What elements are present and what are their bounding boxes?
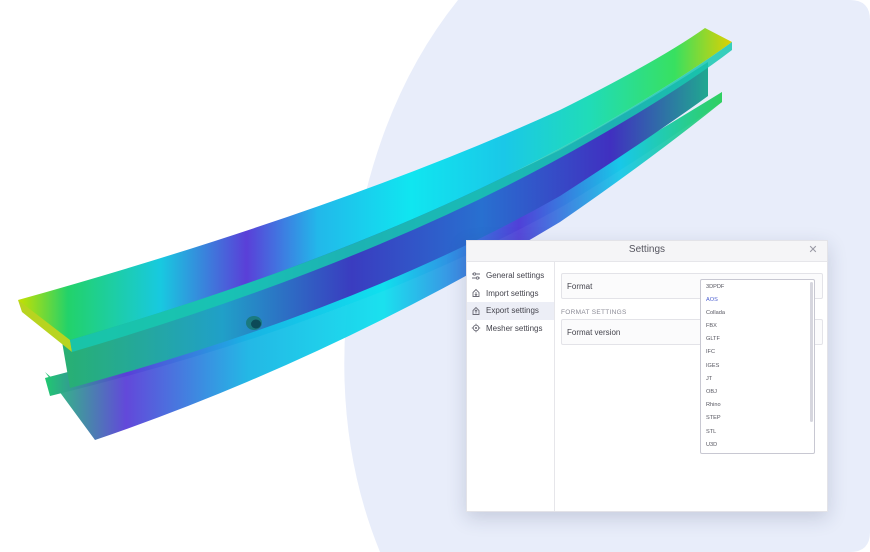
sidebar-item-export-settings[interactable]: Export settings [467,302,554,320]
sidebar-item-label: Mesher settings [486,323,543,333]
gear-icon [471,323,481,333]
format-option[interactable]: STEP [701,412,814,425]
format-option[interactable]: AOS [701,294,814,307]
sliders-icon [471,271,481,281]
format-option[interactable]: Collada [701,307,814,320]
format-label: Format [567,281,593,291]
format-option[interactable]: FBX [701,320,814,333]
dialog-title: Settings [628,244,666,255]
settings-sidebar: General settings Import settings Export … [467,262,555,511]
format-option[interactable]: OBJ [701,386,814,399]
sidebar-item-import-settings[interactable]: Import settings [467,285,554,303]
dialog-header: Settings ✕ [467,241,827,262]
format-option[interactable]: IGES [701,360,814,373]
sidebar-item-label: General settings [486,271,545,281]
format-option[interactable]: IFC [701,346,814,359]
format-dropdown[interactable]: 3DPDF AOS Collada FBX GLTF IFC IGES JT OBJ Rhino S… [700,279,815,454]
sidebar-item-mesher-settings[interactable]: Mesher settings [467,320,554,338]
sidebar-item-general-settings[interactable]: General settings [467,267,554,285]
sidebar-item-label: Import settings [486,288,539,298]
export-icon [471,306,481,316]
format-option[interactable]: 3DPDF [701,281,814,294]
format-option[interactable]: GLTF [701,333,814,346]
close-icon[interactable]: ✕ [807,243,819,257]
sidebar-item-label: Export settings [486,306,539,316]
format-option[interactable]: JT [701,373,814,386]
format-option-list: 3DPDF AOS Collada FBX GLTF IFC IGES JT OBJ Rhino S… [701,280,814,452]
format-version-label: Format version [567,327,621,337]
import-icon [471,288,481,298]
format-option[interactable]: Rhino [701,399,814,412]
format-option[interactable]: STL [701,426,814,439]
dropdown-scrollbar[interactable] [810,282,813,422]
format-option[interactable]: U3D [701,439,814,452]
